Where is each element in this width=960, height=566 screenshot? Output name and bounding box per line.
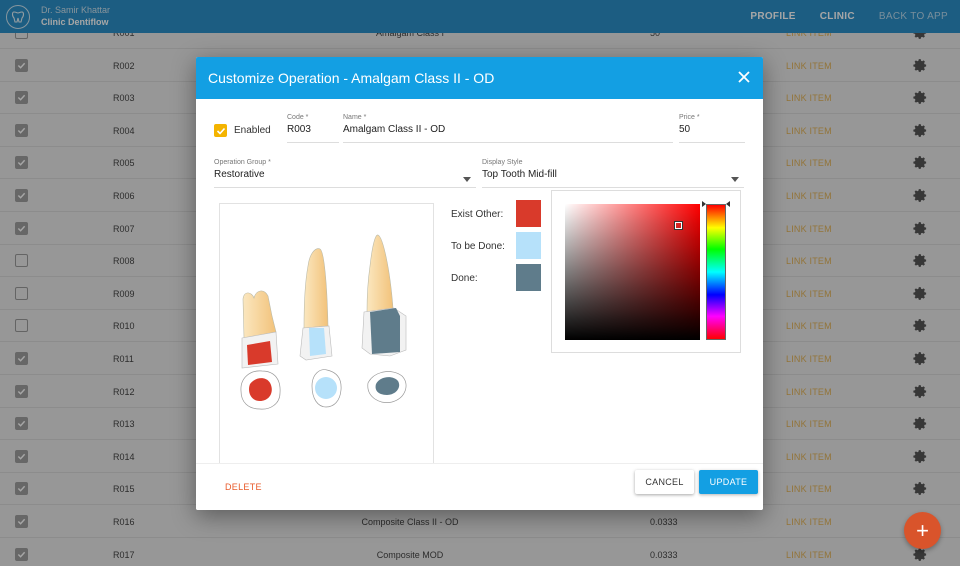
to-be-done-label: To be Done: [451,241,505,252]
display-style-value: Top Tooth Mid-fill [482,169,557,180]
operation-group-label: Operation Group * [214,159,271,166]
name-field[interactable]: Name * Amalgam Class II - OD [343,114,673,143]
color-cursor[interactable] [674,221,683,230]
close-icon[interactable] [737,70,751,84]
update-button[interactable]: UPDATE [699,470,758,494]
hue-marker-right [726,201,730,207]
name-label: Name * [343,114,367,121]
operation-group-value: Restorative [214,169,265,180]
check-icon [216,127,225,135]
tooth-preview-panel [219,203,434,473]
exist-other-label: Exist Other: [451,209,504,220]
customize-operation-dialog: Customize Operation - Amalgam Class II -… [196,57,763,510]
enabled-checkbox[interactable] [214,124,227,137]
code-value: R003 [287,124,311,135]
color-picker [551,190,741,353]
name-value: Amalgam Class II - OD [343,124,446,135]
exist-other-swatch[interactable] [516,200,541,227]
code-field[interactable]: Code * R003 [287,114,339,143]
chevron-down-icon [463,177,471,182]
hue-slider[interactable] [706,204,726,340]
display-style-select[interactable]: Display Style Top Tooth Mid-fill [482,159,744,188]
saturation-value-area[interactable] [565,204,700,340]
tooth-to-be-done [299,248,342,408]
tooth-exist-other [240,290,281,410]
done-label: Done: [451,273,478,284]
display-style-label: Display Style [482,159,523,166]
add-button[interactable]: + [904,512,941,549]
price-label: Price * [679,114,700,121]
enabled-label: Enabled [234,125,271,136]
done-swatch[interactable] [516,264,541,291]
tooth-done [361,234,407,403]
operation-group-select[interactable]: Operation Group * Restorative [214,159,476,188]
to-be-done-swatch[interactable] [516,232,541,259]
dialog-title: Customize Operation - Amalgam Class II -… [208,70,495,86]
chevron-down-icon [731,177,739,182]
dialog-footer: DELETE CANCEL UPDATE [196,463,763,510]
price-field[interactable]: Price * 50 [679,114,745,143]
code-label: Code * [287,114,309,121]
price-value: 50 [679,124,691,135]
dialog-header: Customize Operation - Amalgam Class II -… [196,57,763,99]
cancel-button[interactable]: CANCEL [635,470,694,494]
delete-button[interactable]: DELETE [225,482,262,492]
tooth-preview-illustration [240,234,407,410]
